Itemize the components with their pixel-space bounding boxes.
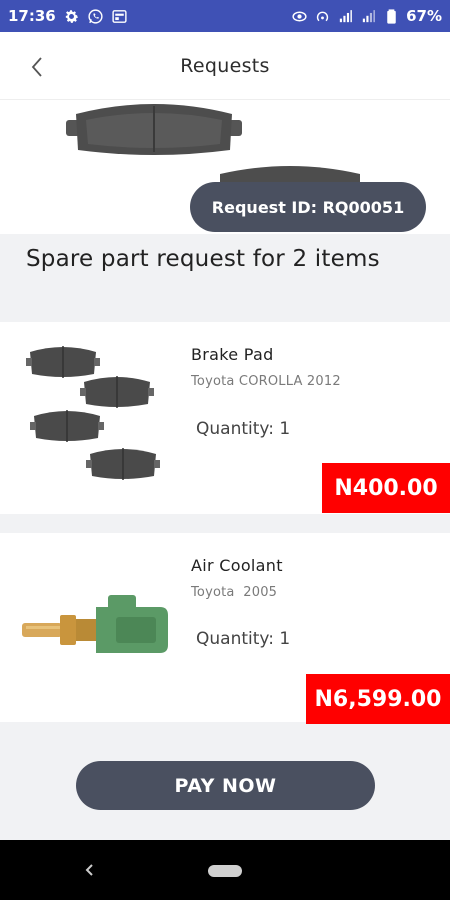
item-price: N400.00: [322, 463, 450, 513]
gear-icon: [63, 8, 80, 25]
item-name: Brake Pad: [191, 345, 274, 364]
item-name: Air Coolant: [191, 556, 283, 575]
eye-icon: [291, 8, 308, 25]
signal-icon: [360, 8, 377, 25]
status-bar: 17:36 67%: [0, 0, 450, 32]
coolant-sensor-image: [22, 595, 168, 653]
status-right: 67%: [291, 7, 442, 25]
battery-icon: [383, 8, 400, 25]
nav-home-pill[interactable]: [208, 865, 242, 877]
item-quantity: Quantity: 1: [196, 629, 291, 649]
brake-pads-image: [26, 346, 160, 480]
pay-now-button[interactable]: PAY NOW: [76, 761, 375, 810]
brake-pad-hero-image: [66, 104, 242, 155]
signal-icon: [337, 8, 354, 25]
item-vehicle: Toyota COROLLA 2012: [191, 374, 341, 389]
nav-back-icon[interactable]: [80, 860, 100, 880]
whatsapp-icon: [87, 8, 104, 25]
card-icon: [111, 8, 128, 25]
system-nav-bar: [0, 840, 450, 900]
status-time: 17:36: [8, 7, 56, 25]
battery-percentage: 67%: [406, 7, 442, 25]
status-left: 17:36: [8, 7, 128, 25]
back-button[interactable]: [22, 52, 52, 82]
request-item-card: Brake Pad Toyota COROLLA 2012 Quantity: …: [0, 322, 450, 514]
chevron-left-icon: [31, 57, 42, 77]
hotspot-icon: [314, 8, 331, 25]
item-vehicle: Toyota 2005: [191, 585, 278, 600]
page-title: Requests: [180, 54, 270, 77]
item-quantity: Quantity: 1: [196, 419, 291, 439]
app-bar: Requests: [0, 32, 450, 100]
request-hero: Request ID: RQ00051: [0, 100, 450, 234]
summary-text: Spare part request for 2 items: [26, 246, 380, 272]
request-id-badge: Request ID: RQ00051: [190, 182, 426, 232]
request-summary: Spare part request for 2 items: [0, 234, 450, 322]
item-price: N6,599.00: [306, 674, 450, 724]
request-item-card: Air Coolant Toyota 2005 Quantity: 1 N6,5…: [0, 533, 450, 724]
